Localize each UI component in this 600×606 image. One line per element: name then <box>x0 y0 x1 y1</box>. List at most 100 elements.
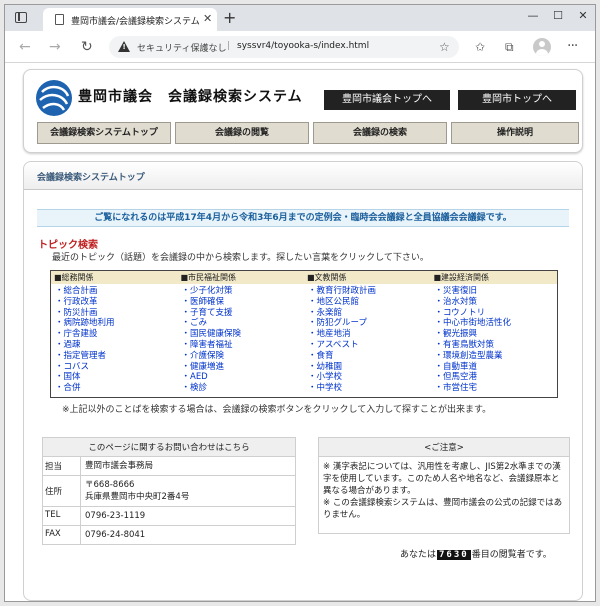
nav-how-to-use[interactable]: 操作説明 <box>451 122 579 144</box>
council-top-button[interactable]: 豊岡市議会トップへ <box>324 90 450 110</box>
topic-link[interactable]: ・自動車道 <box>435 362 558 373</box>
topic-link[interactable]: ・少子化対策 <box>182 286 305 297</box>
caution-body: ※ 漢字表記については、汎用性を考慮し、JIS第2水準までの漢字を使用しています… <box>319 457 569 533</box>
topic-link[interactable]: ・中学校 <box>308 383 431 394</box>
topic-column-citizen-welfare: ■市民福祉関係 ・少子化対策 ・医師確保 ・子育て支援 ・ごみ ・国民健康保険 ・障害者福… <box>177 271 305 397</box>
counter-digits: 7630 <box>437 550 471 560</box>
new-tab-icon[interactable]: + <box>223 8 236 27</box>
topic-column-header: ■建設経済関係 <box>430 271 557 284</box>
topic-link[interactable]: ・ごみ <box>182 318 305 329</box>
contact-row: TEL 0796-23-1119 <box>43 507 295 526</box>
collections-icon[interactable]: ⧉ <box>505 40 514 55</box>
site-title: 豊岡市議会 会議録検索システム <box>78 89 303 105</box>
favorites-icon[interactable]: ✩ <box>475 40 485 54</box>
topic-link[interactable]: ・治水対策 <box>435 297 558 308</box>
topic-link[interactable]: ・教育行財政計画 <box>308 286 431 297</box>
caution-header: <ご注意> <box>319 438 569 457</box>
visitor-counter: あなたは 7630 番目の閲覧者です。 <box>400 547 552 560</box>
profile-avatar[interactable] <box>533 38 551 56</box>
contact-label: TEL <box>43 507 81 525</box>
tab-actions-icon[interactable] <box>15 12 27 23</box>
city-logo-icon <box>36 80 72 116</box>
topic-link[interactable]: ・永楽館 <box>308 308 431 319</box>
browser-window: 豊岡市議会/会議録検索システム ✕ + — ☐ ✕ ← → ↻ セキュリティ保護… <box>4 4 596 602</box>
topic-link[interactable]: ・検診 <box>182 383 305 394</box>
main-content: 会議録検索システムトップ ご覧になれるのは平成17年4月から令和3年6月までの定… <box>23 161 583 601</box>
topic-link[interactable]: ・防災計画 <box>55 308 178 319</box>
topic-column-general-affairs: ■総務関係 ・総合計画 ・行政改革 ・防災計画 ・病院跡地利用 ・庁舎建設 ・過疎 ・指定管… <box>51 271 178 397</box>
topic-search-title: トピック検索 <box>38 240 98 251</box>
contact-value: 0796-23-1119 <box>85 511 146 521</box>
topic-link[interactable]: ・アスベスト <box>308 340 431 351</box>
topic-link[interactable]: ・健康増進 <box>182 362 305 373</box>
topic-link[interactable]: ・環境創造型農業 <box>435 351 558 362</box>
nav-search-system-top[interactable]: 会議録検索システムトップ <box>37 122 171 144</box>
topic-link[interactable]: ・市営住宅 <box>435 383 558 394</box>
url-field[interactable]: セキュリティ保護なし | syssvr4/toyooka-s/index.htm… <box>109 36 459 58</box>
url-separator: | <box>227 41 231 51</box>
topic-link[interactable]: ・観光振興 <box>435 329 558 340</box>
site-header: 豊岡市議会 会議録検索システム 豊岡市議会トップへ 豊岡市トップへ 会議録検索シ… <box>23 69 583 153</box>
topic-link[interactable]: ・行政改革 <box>55 297 178 308</box>
title-bar: 豊岡市議会/会議録検索システム ✕ + — ☐ ✕ <box>5 5 595 31</box>
city-top-button[interactable]: 豊岡市トップへ <box>458 90 576 110</box>
contact-row: 住所 〒668-8666 兵庫県豊岡市中央町2番4号 <box>43 476 295 507</box>
maximize-icon[interactable]: ☐ <box>548 9 568 22</box>
nav-search-minutes[interactable]: 会議録の検索 <box>313 122 447 144</box>
warning-icon[interactable] <box>118 41 130 52</box>
topic-link[interactable]: ・食育 <box>308 351 431 362</box>
close-window-icon[interactable]: ✕ <box>573 9 593 22</box>
caution-line: ※ この会議録検索システムは、豊岡市議会の公式の記録ではありません。 <box>323 498 563 520</box>
caution-line: ※ 漢字表記については、汎用性を考慮し、JIS第2水準までの漢字を使用しています… <box>323 462 561 496</box>
topic-column-header: ■市民福祉関係 <box>177 271 304 284</box>
topic-link[interactable]: ・小学校 <box>308 372 431 383</box>
topic-link[interactable]: ・国民健康保険 <box>182 329 305 340</box>
topic-link[interactable]: ・合併 <box>55 383 178 394</box>
minimize-icon[interactable]: — <box>523 9 543 22</box>
topic-link[interactable]: ・中心市街地活性化 <box>435 318 558 329</box>
topic-link[interactable]: ・防犯グループ <box>308 318 431 329</box>
topic-link[interactable]: ・コウノトリ <box>435 308 558 319</box>
topic-link[interactable]: ・地産地消 <box>308 329 431 340</box>
topic-link[interactable]: ・国体 <box>55 372 178 383</box>
forward-icon[interactable]: → <box>49 39 61 55</box>
close-tab-icon[interactable]: ✕ <box>203 12 212 25</box>
topic-column-header: ■総務関係 <box>51 271 178 284</box>
topic-link[interactable]: ・災害復旧 <box>435 286 558 297</box>
tab-title: 豊岡市議会/会議録検索システム <box>71 17 200 27</box>
topic-list: ・教育行財政計画 ・地区公民館 ・永楽館 ・防犯グループ ・地産地消 ・アスベスト ・食育・… <box>304 284 431 394</box>
back-icon[interactable]: ← <box>19 39 31 55</box>
browser-tab[interactable]: 豊岡市議会/会議録検索システム ✕ <box>43 8 217 31</box>
contact-row: FAX 0796-24-8041 <box>43 526 295 544</box>
caution-box: <ご注意> ※ 漢字表記については、汎用性を考慮し、JIS第2水準までの漢字を使… <box>318 437 570 534</box>
counter-prefix: あなたは <box>400 550 437 560</box>
topic-link[interactable]: ・AED <box>182 372 305 383</box>
topic-link[interactable]: ・障害者福祉 <box>182 340 305 351</box>
url-text[interactable]: syssvr4/toyooka-s/index.html <box>237 41 369 51</box>
security-label[interactable]: セキュリティ保護なし <box>137 41 226 54</box>
topic-search-description: 最近のトピック（話題）を会議録の中から検索します。探したい言葉をクリックして下さ… <box>52 253 429 263</box>
topic-note: ※上記以外のことばを検索する場合は、会議録の検索ボタンをクリックして入力して探す… <box>62 405 492 415</box>
topic-link[interactable]: ・病院跡地利用 <box>55 318 178 329</box>
availability-notice: ご覧になれるのは平成17年4月から令和3年6月までの定例会・臨時会会議録と全員協… <box>37 209 569 227</box>
topic-link[interactable]: ・総合計画 <box>55 286 178 297</box>
topic-link[interactable]: ・庁舎建設 <box>55 329 178 340</box>
topic-link[interactable]: ・医師確保 <box>182 297 305 308</box>
contact-header: このページに関するお問い合わせはこちら <box>43 438 295 457</box>
topic-link[interactable]: ・幼稚園 <box>308 362 431 373</box>
nav-browse-minutes[interactable]: 会議録の閲覧 <box>175 122 309 144</box>
contact-label: 住所 <box>43 476 81 506</box>
topic-link[interactable]: ・有害鳥獣対策 <box>435 340 558 351</box>
topic-column-education: ■文教関係 ・教育行財政計画 ・地区公民館 ・永楽館 ・防犯グループ ・地産地消 ・アスベ… <box>304 271 431 397</box>
topic-link[interactable]: ・地区公民館 <box>308 297 431 308</box>
topic-link[interactable]: ・指定管理者 <box>55 351 178 362</box>
topic-link[interactable]: ・過疎 <box>55 340 178 351</box>
contact-label: 担当 <box>43 457 81 475</box>
add-favorite-icon[interactable]: ☆ <box>439 40 450 54</box>
topic-link[interactable]: ・但馬空港 <box>435 372 558 383</box>
topic-link[interactable]: ・介護保険 <box>182 351 305 362</box>
more-menu-icon[interactable]: ··· <box>567 38 578 54</box>
topic-link[interactable]: ・コバス <box>55 362 178 373</box>
topic-link[interactable]: ・子育て支援 <box>182 308 305 319</box>
reload-icon[interactable]: ↻ <box>81 39 93 55</box>
